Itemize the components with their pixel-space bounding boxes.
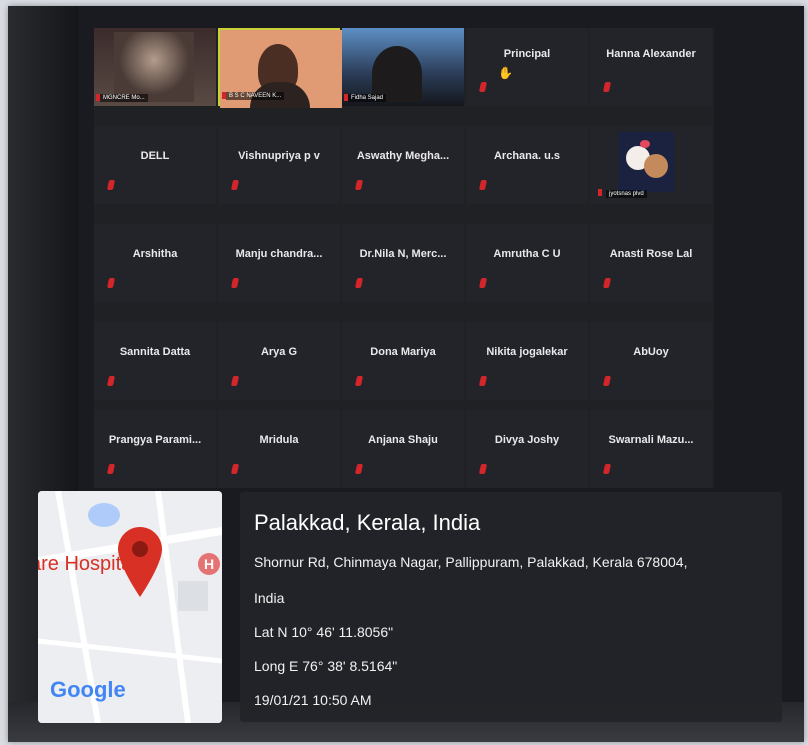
meeting-gallery: MGNCRE Mo... B S C NAVEEN K... Fidha Saj… xyxy=(94,28,714,488)
muted-mic-icon xyxy=(354,180,364,190)
muted-mic-icon xyxy=(106,464,116,474)
participant-name: Prangya Parami... xyxy=(108,434,202,446)
participant-tile[interactable]: Principal ✋ xyxy=(466,28,588,106)
muted-mic-icon xyxy=(230,464,240,474)
participant-tile[interactable]: Anjana Shaju xyxy=(342,410,464,488)
muted-mic-icon xyxy=(602,82,612,92)
muted-mic-icon xyxy=(106,180,116,190)
address-line-1: Shornur Rd, Chinmaya Nagar, Pallippuram,… xyxy=(254,554,688,570)
participant-name: B S C NAVEEN K... xyxy=(226,92,285,100)
participant-name: Manju chandra... xyxy=(235,248,323,260)
map-pin-icon xyxy=(118,527,162,597)
muted-mic-icon xyxy=(598,189,602,196)
participant-name: Nikita jogalekar xyxy=(486,346,568,358)
muted-mic-icon xyxy=(354,376,364,386)
participant-name: AbUoy xyxy=(633,346,669,358)
participant-name: DELL xyxy=(140,150,170,162)
participant-name: Fidha Sajad xyxy=(348,94,387,102)
muted-mic-icon xyxy=(478,180,488,190)
participant-name: Divya Joshy xyxy=(494,434,560,446)
participant-name: MGNCRE Mo... xyxy=(100,94,148,102)
muted-mic-icon xyxy=(106,278,116,288)
participant-tile[interactable]: Vishnupriya p v xyxy=(218,126,340,204)
google-logo: Google xyxy=(50,677,126,702)
participant-tile[interactable]: Dr.Nila N, Merc... xyxy=(342,224,464,302)
participant-tile[interactable]: Manju chandra... xyxy=(218,224,340,302)
muted-mic-icon xyxy=(478,464,488,474)
muted-mic-icon xyxy=(354,278,364,288)
participant-tile[interactable]: Archana. u.s xyxy=(466,126,588,204)
participant-tile[interactable]: Arshitha xyxy=(94,224,216,302)
participant-tile[interactable]: DELL xyxy=(94,126,216,204)
participant-name: Archana. u.s xyxy=(493,150,561,162)
participant-name: Vishnupriya p v xyxy=(238,150,320,162)
address-line-2: India xyxy=(254,590,285,606)
participant-tile[interactable]: Mridula xyxy=(218,410,340,488)
participant-name: Hanna Alexander xyxy=(606,48,696,60)
participant-tile[interactable]: Nikita jogalekar xyxy=(466,322,588,400)
participant-tile[interactable]: Divya Joshy xyxy=(466,410,588,488)
participant-tile[interactable]: Prangya Parami... xyxy=(94,410,216,488)
muted-mic-icon xyxy=(354,464,364,474)
participant-tile[interactable]: Fidha Sajad xyxy=(342,28,464,106)
participant-tile[interactable]: Amrutha C U xyxy=(466,224,588,302)
participant-name: Principal xyxy=(503,48,551,60)
muted-mic-icon xyxy=(478,82,488,92)
participant-name: Dr.Nila N, Merc... xyxy=(359,248,447,260)
participant-name: Arshitha xyxy=(132,248,178,260)
participant-name: Dona Mariya xyxy=(370,346,436,358)
muted-mic-icon xyxy=(602,464,612,474)
participant-name: Amrutha C U xyxy=(493,248,561,260)
participant-tile[interactable]: Aswathy Megha... xyxy=(342,126,464,204)
timestamp-text: 19/01/21 10:50 AM xyxy=(254,692,372,708)
location-info-panel: Palakkad, Kerala, India Shornur Rd, Chin… xyxy=(240,492,782,722)
muted-mic-icon xyxy=(106,376,116,386)
participant-tile[interactable]: Anasti Rose Lal xyxy=(590,224,712,302)
muted-mic-icon xyxy=(230,278,240,288)
participant-tile[interactable]: Swarnali Mazu... xyxy=(590,410,712,488)
participant-name: Aswathy Megha... xyxy=(356,150,450,162)
cursor-icon: ✋ xyxy=(498,66,513,80)
participant-tile[interactable]: Arya G xyxy=(218,322,340,400)
participant-name: Arya G xyxy=(260,346,298,358)
participant-tile[interactable]: MGNCRE Mo... xyxy=(94,28,216,106)
participant-tile[interactable]: Dona Mariya xyxy=(342,322,464,400)
muted-mic-icon xyxy=(478,278,488,288)
participant-tile[interactable]: AbUoy xyxy=(590,322,712,400)
participant-tile[interactable]: Sannita Datta xyxy=(94,322,216,400)
participant-name: Swarnali Mazu... xyxy=(608,434,694,446)
participant-tile-active-speaker[interactable]: B S C NAVEEN K... xyxy=(218,28,342,108)
location-title: Palakkad, Kerala, India xyxy=(254,510,481,535)
participant-name: Anasti Rose Lal xyxy=(609,248,693,260)
muted-mic-icon xyxy=(602,376,612,386)
participant-name: Mridula xyxy=(259,434,299,446)
latitude-text: Lat N 10° 46' 11.8056" xyxy=(254,624,394,640)
participant-name: Sannita Datta xyxy=(119,346,191,358)
participant-avatar xyxy=(618,132,674,192)
muted-mic-icon xyxy=(230,180,240,190)
participant-tile[interactable]: jyotsnas plvd xyxy=(590,126,712,204)
muted-mic-icon xyxy=(230,376,240,386)
longitude-text: Long E 76° 38' 8.5164" xyxy=(254,658,398,674)
muted-mic-icon xyxy=(478,376,488,386)
participant-tile[interactable]: Hanna Alexander xyxy=(590,28,712,106)
hospital-marker-icon: H xyxy=(198,553,220,575)
map-thumbnail: care Hospital H Google xyxy=(38,491,222,723)
photo-frame: MGNCRE Mo... B S C NAVEEN K... Fidha Saj… xyxy=(8,6,804,742)
muted-mic-icon xyxy=(602,278,612,288)
participant-name: Anjana Shaju xyxy=(368,434,438,446)
participant-name: jyotsnas plvd xyxy=(606,190,647,198)
